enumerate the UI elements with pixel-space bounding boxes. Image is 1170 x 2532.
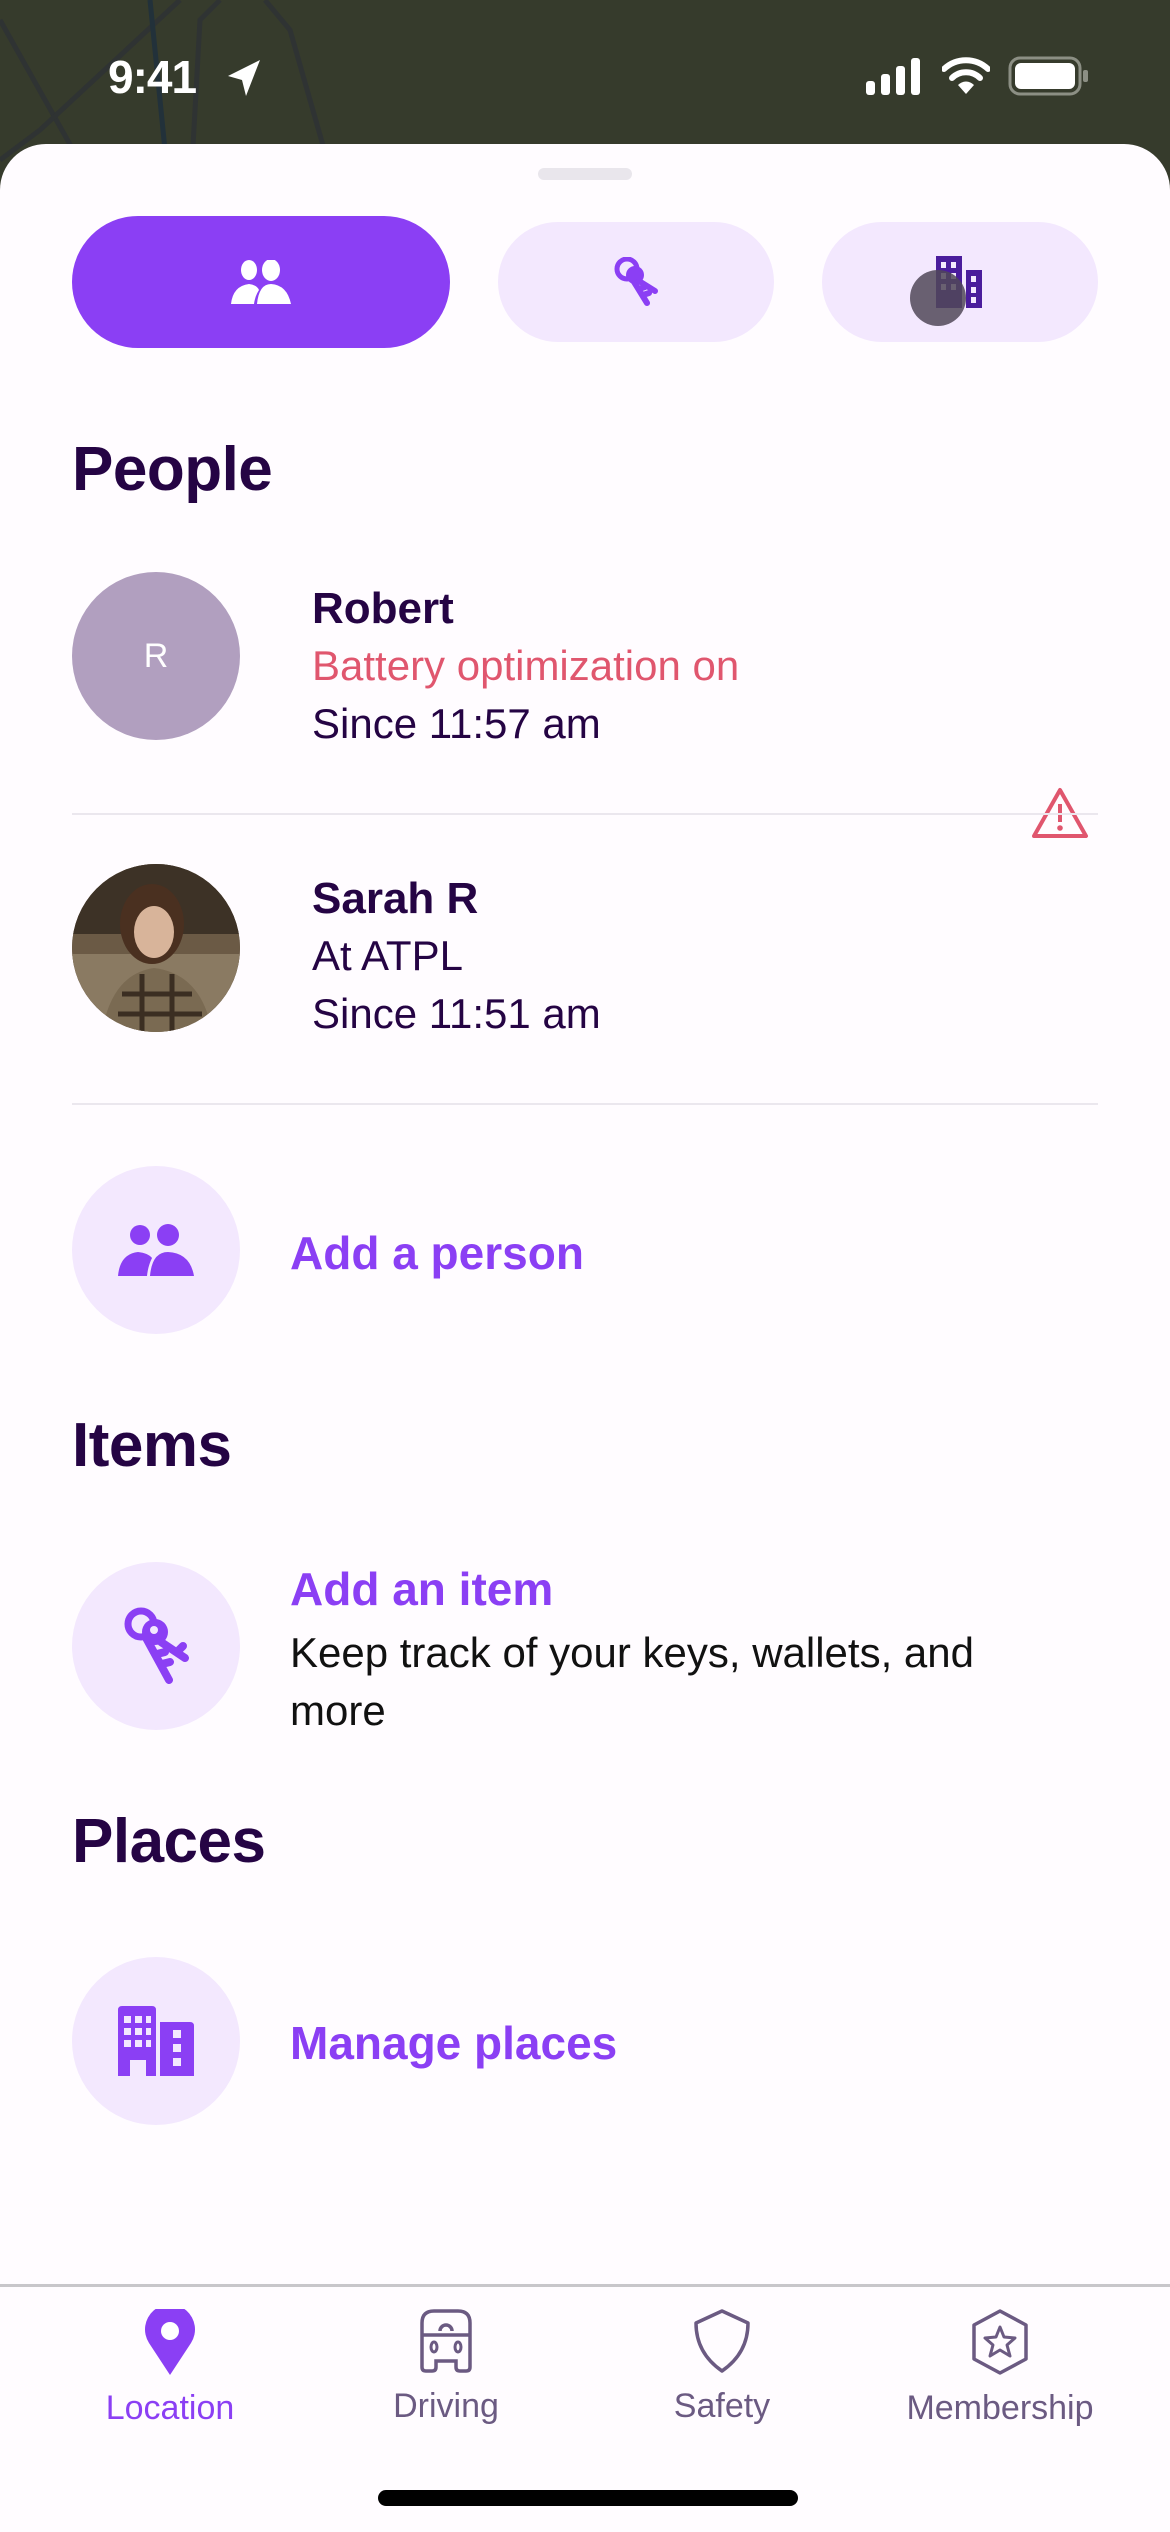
- touch-indicator: [910, 270, 966, 326]
- manage-places-button[interactable]: [72, 1957, 240, 2125]
- segment-people-button[interactable]: [72, 216, 450, 348]
- home-indicator[interactable]: [378, 2490, 798, 2506]
- people-section-title: People: [72, 435, 273, 504]
- bottom-sheet: People R Robert Battery optimization on …: [0, 144, 1170, 2532]
- manage-places-link[interactable]: Manage places: [290, 2016, 617, 2070]
- tab-label: Driving: [393, 2387, 499, 2425]
- keys-icon: [614, 257, 658, 306]
- person-status: At ATPL: [312, 932, 463, 979]
- tab-membership[interactable]: Membership: [870, 2309, 1130, 2428]
- building-icon: [118, 2006, 194, 2076]
- location-arrow-icon: [228, 60, 260, 96]
- add-person-button[interactable]: [72, 1166, 240, 1334]
- wifi-icon: [942, 57, 990, 94]
- add-person-link[interactable]: Add a person: [290, 1226, 584, 1280]
- avatar-initial: R: [143, 636, 169, 675]
- divider: [72, 813, 1098, 815]
- segment-items-button[interactable]: [498, 222, 774, 342]
- keys-icon: [124, 1607, 189, 1684]
- items-section-title: Items: [72, 1411, 232, 1480]
- person-since: Since 11:51 am: [312, 990, 601, 1037]
- shield-icon: [694, 2309, 750, 2373]
- tab-label: Safety: [673, 2387, 771, 2425]
- person-name: Robert: [312, 584, 454, 633]
- tab-label: Location: [105, 2389, 235, 2427]
- car-icon: [420, 2309, 472, 2373]
- person-status: Battery optimization on: [312, 642, 740, 689]
- tab-label: Membership: [906, 2389, 1094, 2427]
- status-time: 9:41: [108, 51, 197, 103]
- places-section-title: Places: [72, 1807, 266, 1876]
- add-item-link[interactable]: Add an item: [290, 1562, 553, 1616]
- people-icon: [231, 260, 291, 304]
- avatar: R: [72, 572, 240, 740]
- people-icon: [118, 1224, 194, 1276]
- add-item-button[interactable]: [72, 1562, 240, 1730]
- person-since: Since 11:57 am: [312, 700, 601, 747]
- star-badge-icon: [972, 2309, 1028, 2375]
- tab-location[interactable]: Location: [40, 2309, 300, 2428]
- status-bar: 9:41: [0, 0, 1170, 140]
- sheet-grabber[interactable]: [538, 168, 632, 180]
- battery-icon: [1008, 56, 1088, 96]
- avatar-photo: [72, 864, 240, 1032]
- location-pin-icon: [145, 2309, 195, 2375]
- add-item-description: Keep track of your keys, wallets, and mo…: [290, 1629, 974, 1734]
- cellular-signal-icon: [866, 58, 920, 95]
- avatar: [72, 864, 240, 1032]
- tab-driving[interactable]: Driving: [316, 2309, 576, 2426]
- divider: [72, 1103, 1098, 1105]
- tab-safety[interactable]: Safety: [592, 2309, 852, 2426]
- person-name: Sarah R: [312, 874, 479, 923]
